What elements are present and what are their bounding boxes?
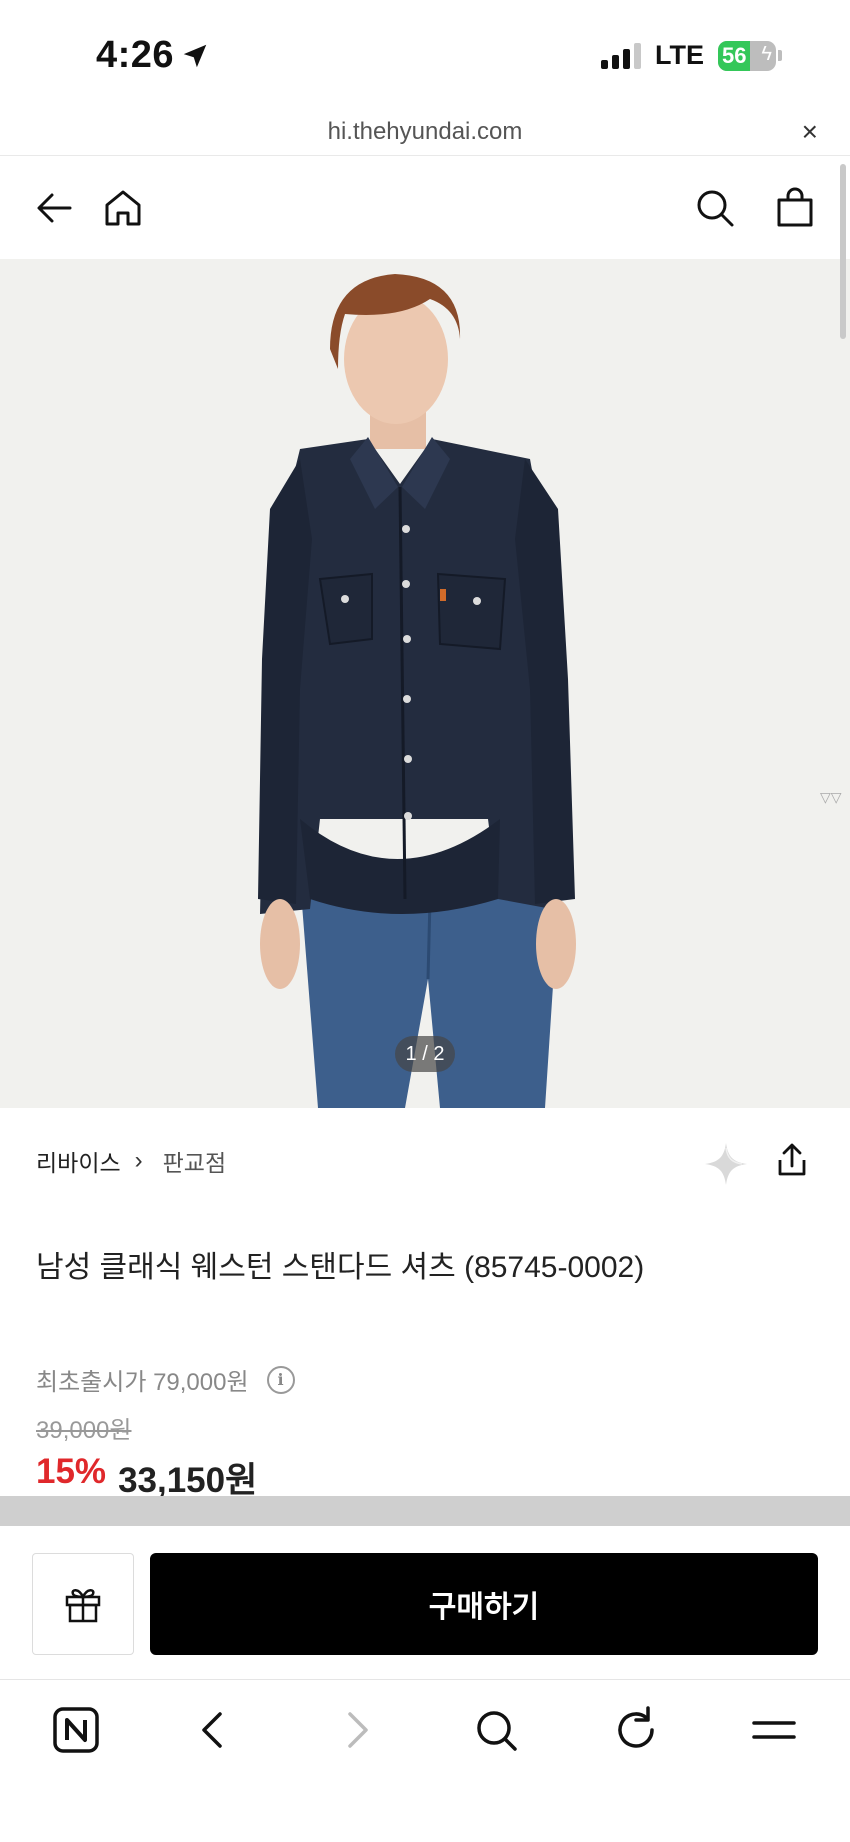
- battery-nub: [778, 50, 782, 61]
- wishlist-sparkle-icon[interactable]: [702, 1140, 750, 1188]
- product-photo: ▽▽: [0, 259, 850, 1108]
- gift-icon: [65, 1589, 101, 1623]
- forward-chevron-icon: [348, 1712, 368, 1748]
- home-icon[interactable]: [100, 185, 146, 231]
- time-text: 4:26: [96, 34, 175, 76]
- menu-icon[interactable]: [748, 1704, 800, 1756]
- store-link[interactable]: 판교점: [163, 1144, 226, 1178]
- status-bar: 4:26 LTE 56 ϟ: [0, 0, 850, 112]
- buy-button[interactable]: 구매하기: [150, 1553, 818, 1655]
- original-price-row: 최초출시가 79,000원 i: [36, 1362, 295, 1397]
- reload-icon[interactable]: [610, 1704, 662, 1756]
- search-icon[interactable]: [692, 185, 738, 231]
- search-icon[interactable]: [470, 1704, 522, 1756]
- battery-icon: 56 ϟ: [718, 40, 776, 71]
- back-chevron-icon[interactable]: [188, 1704, 240, 1756]
- battery-percent: 56: [722, 42, 747, 68]
- url-bar[interactable]: hi.thehyundai.com ×: [0, 112, 850, 156]
- app-header: [0, 157, 850, 259]
- status-time: 4:26: [96, 34, 210, 77]
- list-price: 39,000원: [36, 1417, 132, 1444]
- section-divider: [0, 1496, 850, 1526]
- url-text[interactable]: hi.thehyundai.com: [0, 118, 850, 146]
- image-counter: 1 / 2: [395, 1036, 455, 1072]
- chevron-right-icon: ›: [134, 1147, 143, 1174]
- page-scrollbar[interactable]: [840, 164, 846, 339]
- cell-signal-icon: [601, 42, 641, 69]
- brand-link[interactable]: 리바이스: [36, 1144, 121, 1178]
- location-arrow-icon: [183, 44, 207, 67]
- shopping-bag-icon[interactable]: [772, 185, 818, 231]
- naver-n-icon[interactable]: [50, 1704, 102, 1756]
- product-title: 남성 클래식 웨스턴 스탠다드 셔츠 (85745-0002): [36, 1251, 645, 1284]
- back-arrow-icon[interactable]: [32, 185, 78, 231]
- svg-text:▽▽: ▽▽: [820, 790, 842, 806]
- close-icon[interactable]: ×: [802, 118, 818, 146]
- original-price-label: 최초출시가 79,000원: [36, 1369, 249, 1396]
- browser-toolbar: [0, 1680, 850, 1842]
- charging-bolt-icon: ϟ: [761, 42, 772, 65]
- status-indicators: LTE 56 ϟ: [601, 40, 782, 71]
- breadcrumb: 리바이스 › 판교점: [36, 1144, 226, 1178]
- product-image[interactable]: ▽▽: [0, 259, 850, 1108]
- purchase-action-bar: 구매하기: [0, 1526, 850, 1680]
- gift-button[interactable]: [32, 1553, 134, 1655]
- network-type: LTE: [655, 40, 704, 70]
- share-icon[interactable]: [772, 1140, 812, 1180]
- info-icon[interactable]: i: [266, 1365, 295, 1394]
